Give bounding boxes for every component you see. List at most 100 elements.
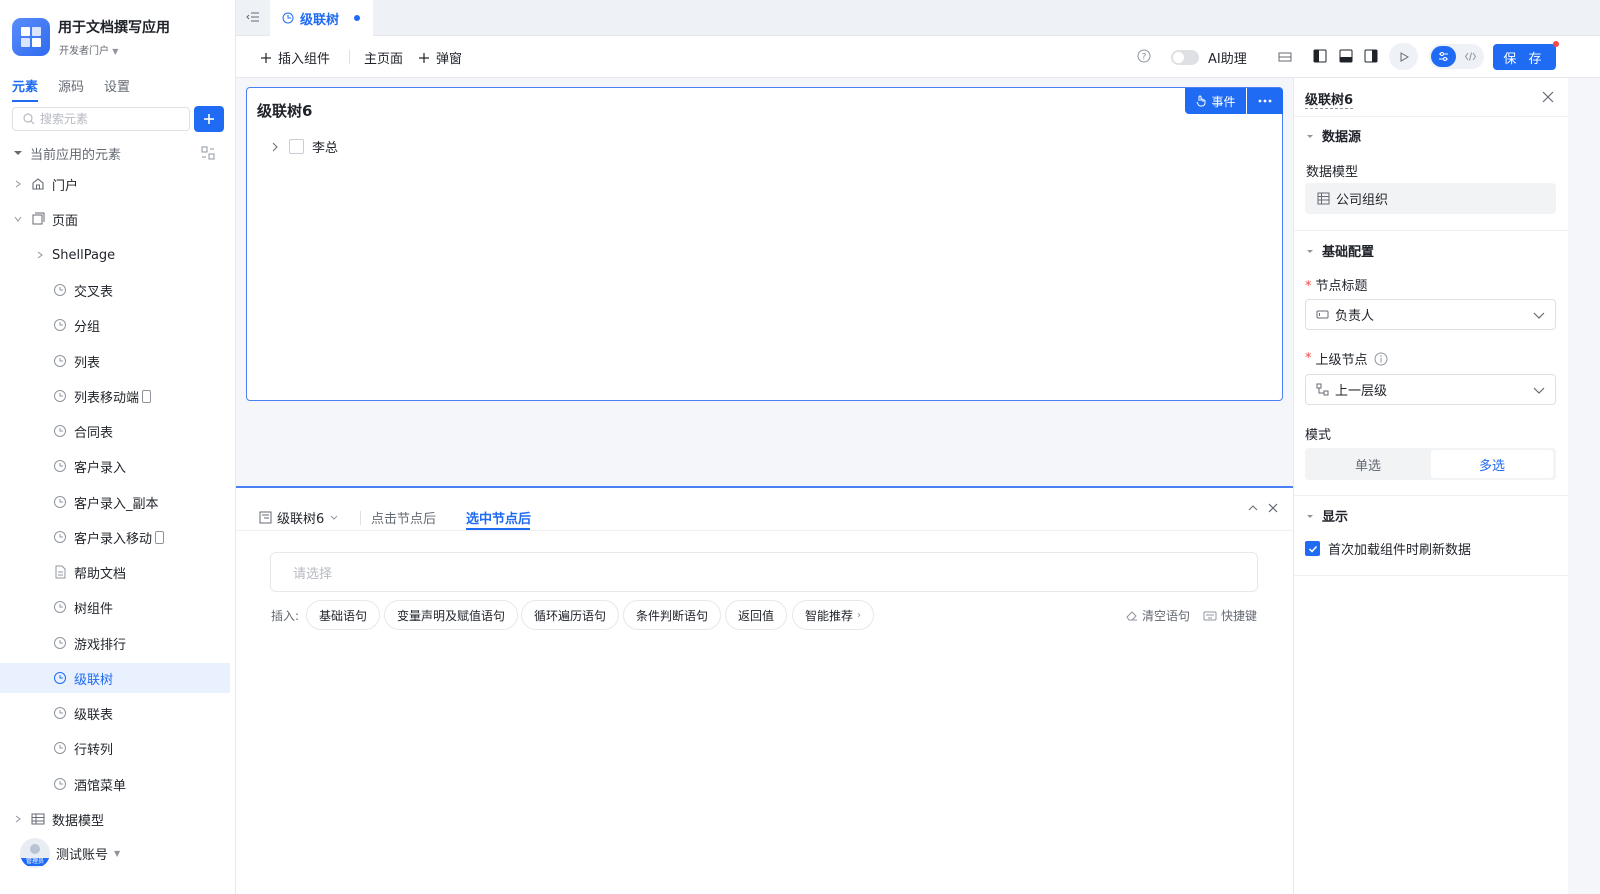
close-icon[interactable] <box>1542 91 1554 103</box>
chip-loop[interactable]: 循环遍历语句 <box>521 600 620 630</box>
insert-component-label: 插入组件 <box>278 52 331 67</box>
clear-statements-button[interactable]: 清空语句 <box>1125 607 1190 624</box>
sidebar-page-item[interactable]: 列表 <box>0 346 230 376</box>
tree-item-shellpage[interactable]: ShellPage <box>0 240 230 270</box>
mode-single-option[interactable]: 单选 <box>1307 450 1429 478</box>
search-field[interactable] <box>12 107 190 131</box>
data-model-value: 公司组织 <box>1336 193 1389 208</box>
section-display[interactable]: 显示 <box>1306 506 1348 525</box>
table-icon <box>30 811 46 827</box>
section-basic-config[interactable]: 基础配置 <box>1306 241 1374 260</box>
sidebar-page-item[interactable]: 列表移动端 <box>0 381 230 411</box>
sidebar-page-item[interactable]: 行转列 <box>0 733 230 763</box>
sidebar-page-label: 级联树 <box>74 672 114 688</box>
layout-toggle-icon[interactable] <box>1278 50 1292 64</box>
info-icon[interactable] <box>1374 352 1388 366</box>
event-button[interactable]: 事件 <box>1185 88 1246 114</box>
sidebar-page-item[interactable]: 交叉表 <box>0 275 230 305</box>
hierarchy-icon <box>1316 383 1329 396</box>
account-switcher[interactable]: 管理员 测试账号 ▼ <box>20 838 120 868</box>
sidebar-page-item[interactable]: 酒馆菜单 <box>0 769 230 799</box>
chip-variable-declaration[interactable]: 变量声明及赋值语句 <box>384 600 519 630</box>
component-icon <box>282 12 295 25</box>
tree-item-data-model[interactable]: 数据模型 <box>0 804 230 834</box>
divider <box>1293 116 1568 117</box>
tab-on-node-click[interactable]: 点击节点后 <box>371 508 436 527</box>
tree-node[interactable]: 李总 <box>269 137 338 156</box>
notification-dot-icon <box>1553 41 1559 47</box>
sidebar-page-item[interactable]: 帮助文档 <box>0 557 230 587</box>
sidebar-page-label: 行转列 <box>74 742 114 758</box>
sidebar-page-item[interactable]: 游戏排行 <box>0 628 230 658</box>
document-tab[interactable]: 级联树 <box>270 0 373 36</box>
close-panel-icon[interactable] <box>1267 502 1279 514</box>
sidebar-page-item[interactable]: 客户录入移动 <box>0 522 230 552</box>
mode-multi-option[interactable]: 多选 <box>1431 450 1553 478</box>
sidebar-page-item[interactable]: 客户录入 <box>0 451 230 481</box>
tab-on-node-select[interactable]: 选中节点后 <box>466 508 531 527</box>
bottom-panel-icon[interactable] <box>1339 49 1353 63</box>
search-input[interactable] <box>40 112 180 126</box>
field-icon <box>1316 308 1329 321</box>
tree-node-checkbox[interactable] <box>289 139 304 154</box>
sidebar-page-label: 列表 <box>74 355 101 371</box>
section-current-elements[interactable]: 当前应用的元素 <box>0 138 230 168</box>
right-panel-icon[interactable] <box>1364 49 1378 63</box>
statement-select[interactable]: 请选择 <box>270 552 1258 592</box>
parent-node-select[interactable]: 上一层级 <box>1305 374 1556 405</box>
sidebar-page-label: 酒馆菜单 <box>74 778 127 794</box>
insert-component-button[interactable]: 插入组件 <box>260 48 330 67</box>
sidebar-page-item[interactable]: 合同表 <box>0 416 230 446</box>
section-label: 基础配置 <box>1322 245 1375 260</box>
preview-button[interactable] <box>1389 43 1418 70</box>
chip-return-value[interactable]: 返回值 <box>725 600 788 630</box>
collapse-sidebar-icon[interactable] <box>246 10 260 24</box>
locate-icon[interactable] <box>201 146 215 160</box>
tab-source[interactable]: 源码 <box>58 76 84 98</box>
left-panel-icon[interactable] <box>1313 49 1327 63</box>
sidebar-page-item[interactable]: 分组 <box>0 310 230 340</box>
help-icon[interactable]: ? <box>1137 49 1151 63</box>
portal-label: 开发者门户 <box>59 46 109 57</box>
refresh-on-load-checkbox[interactable]: 首次加载组件时刷新数据 <box>1305 539 1471 558</box>
save-button[interactable]: 保 存 <box>1493 44 1556 70</box>
tree-item-label: 数据模型 <box>52 813 105 829</box>
play-icon <box>1399 51 1409 62</box>
chevron-right-icon[interactable] <box>269 141 281 153</box>
popup-button[interactable]: 弹窗 <box>418 48 462 67</box>
sidebar-page-item[interactable]: 客户录入_副本 <box>0 487 230 517</box>
ai-toggle[interactable] <box>1171 50 1199 65</box>
add-element-button[interactable] <box>194 106 224 132</box>
chip-smart-recommend[interactable]: 智能推荐 › <box>792 600 875 630</box>
app-title: 用于文档撰写应用 <box>58 20 170 36</box>
tree-item-pages[interactable]: 页面 <box>0 204 230 234</box>
sidebar-page-item[interactable]: 树组件 <box>0 592 230 622</box>
portal-switcher[interactable]: 开发者门户 ▼ <box>59 42 118 57</box>
node-title-select[interactable]: 负责人 <box>1305 299 1556 330</box>
sidebar-page-item[interactable]: 级联树 <box>0 663 230 693</box>
tree-item-portal[interactable]: 门户 <box>0 169 230 199</box>
page-component-icon <box>52 423 68 439</box>
more-options-button[interactable] <box>1247 88 1283 114</box>
main-page-button[interactable]: 主页面 <box>364 48 403 67</box>
tree-item-label: 门户 <box>52 178 79 194</box>
design-mode-button[interactable] <box>1431 46 1456 67</box>
collapse-panel-icon[interactable] <box>1247 502 1259 514</box>
sidebar-page-item[interactable]: 级联表 <box>0 698 230 728</box>
chevron-down-icon: ▼ <box>114 848 121 858</box>
chip-condition[interactable]: 条件判断语句 <box>623 600 722 630</box>
component-selector[interactable]: 级联树6 <box>259 508 339 527</box>
chip-basic-statement[interactable]: 基础语句 <box>306 600 381 630</box>
component-title: 级联树6 <box>257 102 313 120</box>
tab-elements[interactable]: 元素 <box>12 76 39 102</box>
properties-title[interactable]: 级联树6 <box>1305 89 1354 109</box>
shortcut-button[interactable]: 快捷键 <box>1203 607 1257 624</box>
data-model-field[interactable]: 公司组织 <box>1305 183 1556 214</box>
cascade-tree-component[interactable] <box>246 87 1283 401</box>
code-mode-button[interactable] <box>1459 46 1482 67</box>
tab-settings[interactable]: 设置 <box>104 76 130 98</box>
divider <box>1293 575 1568 576</box>
section-datasource[interactable]: 数据源 <box>1306 126 1361 145</box>
page-component-icon <box>52 776 68 792</box>
chip-label: 智能推荐 <box>805 608 854 623</box>
